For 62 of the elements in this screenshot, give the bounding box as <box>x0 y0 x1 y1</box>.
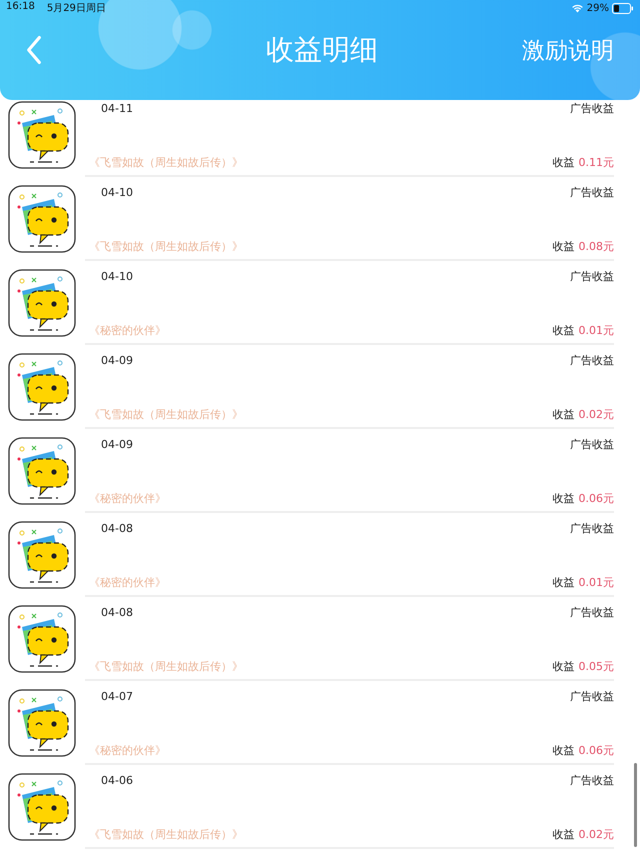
status-date: 5月29日周日 <box>46 2 106 15</box>
chat-bubble-icon <box>8 773 76 841</box>
record-date: 04-10 <box>101 186 133 199</box>
chat-bubble-icon <box>8 269 76 337</box>
record-date: 04-10 <box>101 270 133 283</box>
record-type: 广告收益 <box>570 353 614 368</box>
book-title: 《秘密的伙伴》 <box>88 743 166 758</box>
earnings-label: 收益 <box>552 239 574 254</box>
book-title: 《飞雪如故（周生如故后传）》 <box>88 239 243 254</box>
record-date: 04-06 <box>101 774 133 787</box>
book-title: 《飞雪如故（周生如故后传）》 <box>88 659 243 674</box>
earnings-label: 收益 <box>552 659 574 674</box>
chat-bubble-icon <box>8 437 76 505</box>
record-type: 广告收益 <box>570 185 614 200</box>
earnings-label: 收益 <box>552 743 574 758</box>
earnings-amount: 0.02元 <box>578 827 614 842</box>
record-type: 广告收益 <box>570 437 614 452</box>
record-type: 广告收益 <box>570 101 614 116</box>
chat-bubble-icon <box>8 689 76 757</box>
earnings-amount: 0.02元 <box>578 407 614 422</box>
record-type: 广告收益 <box>570 605 614 620</box>
record-date: 04-11 <box>101 102 133 115</box>
status-time: 16:18 <box>6 1 35 14</box>
incentive-info-link[interactable]: 激励说明 <box>522 34 614 66</box>
record-date: 04-09 <box>101 438 133 451</box>
record-type: 广告收益 <box>570 269 614 284</box>
book-title: 《秘密的伙伴》 <box>88 491 166 506</box>
page-title: 收益明细 <box>265 32 379 68</box>
chat-bubble-icon <box>8 521 76 589</box>
battery-icon <box>612 2 634 14</box>
chat-bubble-icon <box>8 353 76 421</box>
book-title: 《飞雪如故（周生如故后传）》 <box>88 155 243 170</box>
earnings-label: 收益 <box>552 407 574 422</box>
book-title: 《秘密的伙伴》 <box>88 323 166 338</box>
earnings-amount: 0.01元 <box>578 323 614 338</box>
earnings-amount: 0.08元 <box>578 239 614 254</box>
earnings-label: 收益 <box>552 323 574 338</box>
back-icon[interactable] <box>26 35 42 65</box>
book-title: 《飞雪如故（周生如故后传）》 <box>88 407 243 422</box>
record-date: 04-08 <box>101 522 133 535</box>
record-date: 04-07 <box>101 690 133 703</box>
chat-bubble-icon <box>8 605 76 673</box>
battery-percent: 29% <box>586 2 609 14</box>
earnings-amount: 0.06元 <box>578 491 614 506</box>
record-type: 广告收益 <box>570 521 614 536</box>
record-type: 广告收益 <box>570 773 614 788</box>
earnings-label: 收益 <box>552 575 574 590</box>
earnings-amount: 0.05元 <box>578 659 614 674</box>
record-date: 04-09 <box>101 354 133 367</box>
earnings-amount: 0.01元 <box>578 575 614 590</box>
earnings-amount: 0.06元 <box>578 743 614 758</box>
book-title: 《飞雪如故（周生如故后传）》 <box>88 827 243 842</box>
chat-bubble-icon <box>8 185 76 253</box>
record-type: 广告收益 <box>570 689 614 704</box>
chat-bubble-icon <box>8 101 76 169</box>
record-date: 04-08 <box>101 606 133 619</box>
book-title: 《秘密的伙伴》 <box>88 575 166 590</box>
earnings-amount: 0.11元 <box>578 155 614 170</box>
wifi-icon <box>570 3 584 13</box>
earnings-label: 收益 <box>552 827 574 842</box>
earnings-label: 收益 <box>552 155 574 170</box>
earnings-label: 收益 <box>552 491 574 506</box>
